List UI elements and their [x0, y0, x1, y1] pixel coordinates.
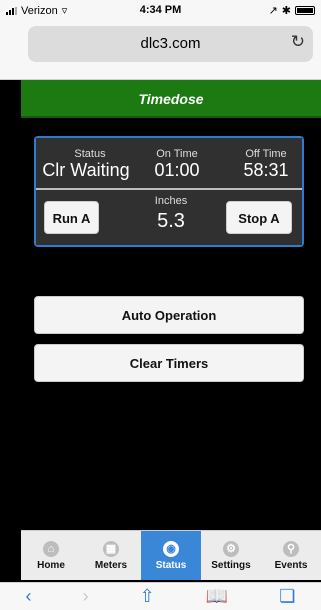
on-time-label: On Time	[156, 148, 198, 160]
events-icon: ⚲	[283, 540, 299, 557]
reload-icon[interactable]: ↻	[291, 32, 305, 52]
tab-events-label: Events	[274, 559, 308, 571]
address-bar[interactable]: dlc3.com ↻	[28, 26, 313, 62]
on-time-value: 01:00	[154, 160, 200, 180]
battery-icon	[295, 6, 315, 15]
status-icons: ↗ ✱	[269, 4, 315, 17]
page-title: Timedose	[21, 80, 321, 118]
inches-label: Inches	[154, 195, 188, 207]
bluetooth-icon: ✱	[281, 5, 291, 17]
share-icon[interactable]: ⇧	[140, 586, 155, 607]
status-value: Clr Waiting	[42, 160, 130, 180]
tab-meters[interactable]: ▦ Meters	[81, 531, 141, 580]
location-icon: ↗	[268, 5, 278, 17]
status-icon: ◉	[163, 540, 179, 557]
off-time-label: Off Time	[245, 148, 287, 160]
bookmarks-icon[interactable]: 📖	[206, 586, 228, 607]
safari-toolbar: ‹ › ⇧ 📖 ❏	[0, 582, 321, 610]
tab-bar: ⌂ Home ▦ Meters ◉ Status ⚙ Settings ⚲ Ev…	[21, 530, 321, 580]
tab-events[interactable]: ⚲ Events	[261, 531, 321, 580]
tabs-icon[interactable]: ❏	[279, 586, 295, 607]
clear-timers-button[interactable]: Clear Timers	[34, 344, 304, 382]
tab-settings-label: Settings	[211, 559, 251, 571]
forward-icon[interactable]: ›	[83, 586, 89, 607]
run-a-button[interactable]: Run A	[44, 201, 99, 234]
meters-icon: ▦	[103, 540, 119, 557]
panel-top-row: Status Clr Waiting On Time 01:00 Off Tim…	[36, 138, 302, 188]
browser-chrome: Verizon ▿ 4:34 PM ↗ ✱ dlc3.com ↻	[0, 0, 321, 80]
auto-operation-button[interactable]: Auto Operation	[34, 296, 304, 334]
settings-icon: ⚙	[223, 540, 239, 557]
url-text: dlc3.com	[140, 35, 201, 52]
status-bar: Verizon ▿ 4:34 PM ↗ ✱	[0, 0, 321, 22]
tab-status[interactable]: ◉ Status	[141, 531, 201, 580]
stop-a-button[interactable]: Stop A	[226, 201, 292, 234]
panel-bottom-row: Run A Inches 5.3 Stop A	[36, 190, 302, 245]
tab-home[interactable]: ⌂ Home	[21, 531, 81, 580]
status-label: Status	[74, 148, 106, 160]
off-time-value: 58:31	[243, 160, 289, 180]
tab-status-label: Status	[155, 559, 187, 571]
back-icon[interactable]: ‹	[26, 586, 32, 607]
tab-settings[interactable]: ⚙ Settings	[201, 531, 261, 580]
inches-value: 5.3	[157, 210, 185, 232]
tab-home-label: Home	[37, 559, 65, 571]
home-icon: ⌂	[43, 540, 59, 557]
tab-meters-label: Meters	[94, 559, 128, 571]
status-panel: Status Clr Waiting On Time 01:00 Off Tim…	[34, 136, 304, 247]
